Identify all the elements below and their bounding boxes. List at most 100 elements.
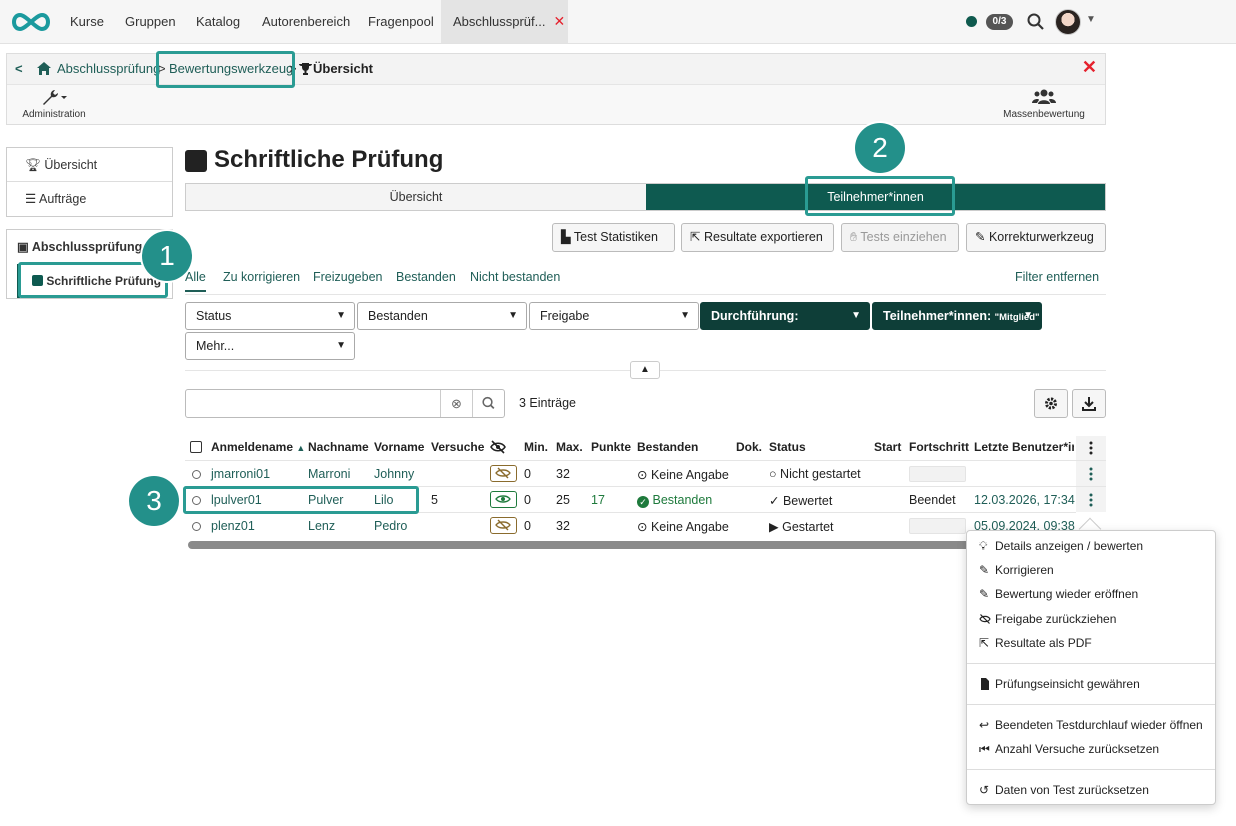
search-input[interactable] (186, 390, 440, 417)
filter-tab-bestanden[interactable]: Bestanden (396, 270, 456, 284)
menu-freigabe-zurueckziehen[interactable]: Freigabe zurückziehen (967, 607, 1215, 631)
caret-down-icon[interactable]: ▼ (1086, 14, 1096, 25)
back-icon[interactable]: < (15, 61, 23, 76)
col-dok[interactable]: Dok. (736, 440, 762, 454)
filter-tab-alle[interactable]: Alle (185, 270, 206, 292)
eye-slash-icon[interactable] (490, 440, 506, 457)
eye-icon[interactable] (490, 491, 517, 508)
col-fortschritt[interactable]: Fortschritt (909, 440, 969, 454)
nav-gruppen[interactable]: Gruppen (125, 0, 176, 43)
menu-pruefungseinsicht[interactable]: Prüfungseinsicht gewähren (967, 672, 1215, 696)
durchfuehrung-select[interactable]: Durchführung: "Obligatorisc... ▼ (700, 302, 870, 349)
row-context-menu: 💡︎ Details anzeigen / bewerten ✎ Korrigier… (966, 530, 1216, 805)
search-icon[interactable] (1026, 12, 1046, 32)
avatar[interactable] (1055, 9, 1081, 35)
administration-button[interactable]: Administration (19, 88, 89, 120)
passed-label: Keine Angabe (650, 468, 729, 482)
col-punkte[interactable]: Punkte (591, 440, 631, 454)
nav-autorenbereich[interactable]: Autorenbereich (262, 0, 350, 43)
filter-entfernen-link[interactable]: Filter entfernen (1015, 270, 1099, 284)
collapse-filters-button[interactable]: ▲ (630, 361, 660, 379)
left-menu-auftraege[interactable]: ☰ Aufträge (7, 182, 172, 216)
counter-badge[interactable]: 0/3 (986, 14, 1013, 30)
table-search: ⊗ (185, 389, 505, 418)
row-checkbox[interactable] (192, 522, 201, 531)
nav-katalog[interactable]: Katalog (196, 0, 240, 43)
nav-fragenpool[interactable]: Fragenpool (368, 0, 434, 43)
left-menu-label: Abschlussprüfung (31, 240, 143, 254)
menu-testdurchlauf-oeffnen[interactable]: ↩ Beendeten Testdurchlauf wieder öffnen (967, 713, 1215, 737)
col-versuche[interactable]: Versuche (431, 440, 484, 454)
filter-tab-zu-korrigieren[interactable]: Zu korrigieren (223, 270, 300, 284)
highlight-teilnehmer-tab (805, 176, 955, 216)
row-lastname[interactable]: Marroni (308, 467, 350, 481)
download-button[interactable] (1072, 389, 1106, 418)
table-settings-button[interactable] (1034, 389, 1068, 418)
menu-details-bewerten[interactable]: 💡︎ Details anzeigen / bewerten (967, 534, 1215, 558)
col-nachname[interactable]: Nachname (308, 440, 369, 454)
table-actions-header[interactable] (1076, 436, 1106, 460)
col-start[interactable]: Start (874, 440, 901, 454)
chevron-up-icon: ▲ (640, 364, 650, 375)
horizontal-scrollbar[interactable] (188, 541, 988, 549)
select-all-checkbox[interactable] (190, 441, 202, 453)
filter-tab-nicht-bestanden[interactable]: Nicht bestanden (470, 270, 560, 284)
col-letzte-benutzer[interactable]: Letzte Benutzer*in (974, 440, 1074, 454)
freigabe-select[interactable]: Freigabe ▼ (529, 302, 699, 330)
menu-resultate-pdf[interactable]: ⇱ Resultate als PDF (967, 631, 1215, 655)
col-anmeldename[interactable]: Anmeldename ▲ (211, 440, 305, 454)
row-lastname[interactable]: Lenz (308, 519, 335, 533)
teilnehmer-select[interactable]: Teilnehmer*innen: "Mitglied" ▼ (872, 302, 1042, 330)
nav-tab-abschlusspruefung[interactable]: Abschlussprüf... ✕ (441, 0, 568, 43)
menu-daten-zuruecksetzen[interactable]: ↺ Daten von Test zurücksetzen (967, 778, 1215, 802)
filter-tab-freizugeben[interactable]: Freizugeben (313, 270, 383, 284)
eye-slash-icon[interactable] (490, 465, 517, 482)
row-firstname[interactable]: Pedro (374, 519, 407, 533)
col-vorname[interactable]: Vorname (374, 440, 424, 454)
export-icon: ⇱ (979, 636, 990, 650)
menu-label: Resultate als PDF (995, 636, 1092, 650)
nav-tab-label: Abschlussprüf... (453, 14, 546, 29)
menu-label: Prüfungseinsicht gewähren (995, 677, 1140, 691)
col-status[interactable]: Status (769, 440, 806, 454)
col-max[interactable]: Max. (556, 440, 583, 454)
massenbewertung-button[interactable]: Massenbewertung (999, 88, 1089, 120)
row-checkbox[interactable] (192, 470, 201, 479)
left-menu-uebersicht[interactable]: 🏆︎ Übersicht (7, 148, 172, 182)
row-login[interactable]: plenz01 (211, 519, 255, 533)
row-actions-button[interactable] (1076, 486, 1106, 512)
close-tab-icon[interactable]: ✕ (554, 13, 566, 29)
bestanden-select[interactable]: Bestanden ▼ (357, 302, 527, 330)
button-label: Resultate exportieren (703, 230, 823, 244)
kebab-menu-icon (1089, 467, 1093, 481)
test-statistiken-button[interactable]: ▙ Test Statistiken (552, 223, 675, 252)
resultate-exportieren-button[interactable]: ⇱ Resultate exportieren (681, 223, 834, 252)
status-select[interactable]: Status ▼ (185, 302, 355, 330)
row-login[interactable]: jmarroni01 (211, 467, 270, 481)
tab-uebersicht[interactable]: Übersicht (186, 184, 646, 210)
eye-slash-icon[interactable] (490, 517, 517, 534)
cube-icon: ▣ (17, 240, 29, 254)
close-icon[interactable]: ✕ (1082, 57, 1097, 78)
tests-einziehen-button[interactable]: ✋︎ Tests einziehen (841, 223, 959, 252)
mehr-select[interactable]: Mehr... ▼ (185, 332, 355, 360)
nav-kurse[interactable]: Kurse (70, 0, 104, 43)
col-bestanden[interactable]: Bestanden (637, 440, 698, 454)
korrekturwerkzeug-button[interactable]: ✎ Korrekturwerkzeug (966, 223, 1106, 252)
clear-search-icon[interactable]: ⊗ (440, 390, 472, 417)
gear-icon (1045, 397, 1057, 410)
pen-icon: ✎ (979, 587, 990, 601)
col-min[interactable]: Min. (524, 440, 548, 454)
online-status-icon (966, 16, 977, 27)
menu-bewertung-wieder-eroeffnen[interactable]: ✎ Bewertung wieder eröffnen (967, 582, 1215, 606)
breadcrumb-abschlusspruefung[interactable]: Abschlussprüfung (57, 61, 160, 76)
menu-divider (967, 704, 1215, 705)
play-icon: ▶ (769, 520, 779, 534)
caret-down-icon: ▼ (680, 310, 690, 321)
row-actions-button[interactable] (1076, 460, 1106, 486)
menu-korrigieren[interactable]: ✎ Korrigieren (967, 558, 1215, 582)
search-icon[interactable] (472, 390, 504, 417)
menu-versuche-zuruecksetzen[interactable]: ⏮︎ Anzahl Versuche zurücksetzen (967, 737, 1215, 761)
row-firstname[interactable]: Johnny (374, 467, 414, 481)
infinity-logo-icon[interactable] (8, 10, 54, 34)
